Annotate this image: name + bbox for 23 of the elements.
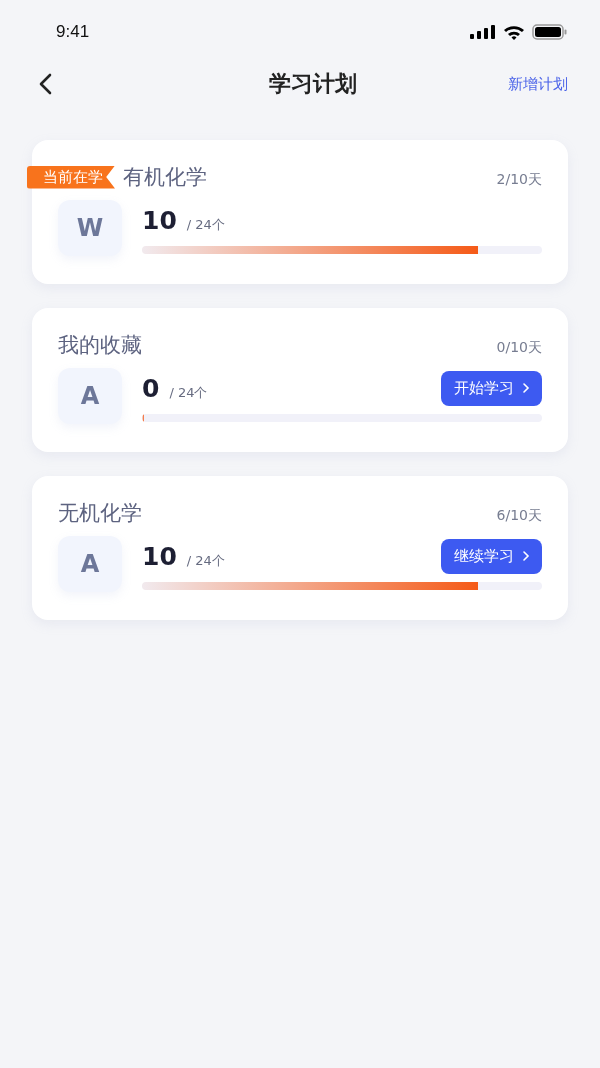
add-plan-link[interactable]: 新增计划 [508,74,568,94]
plan-avatar: A [58,368,122,424]
learned-count: 10 [142,541,177,571]
plan-title: 我的收藏 [58,332,142,359]
chevron-icon [522,382,530,394]
battery-icon [532,24,568,40]
learned-count: 10 [142,205,177,235]
status-time: 9:41 [56,22,90,42]
plan-title: 有机化学 [123,164,207,191]
plan-title: 无机化学 [58,500,142,527]
study-button[interactable]: 开始学习 [441,370,542,406]
total-count: / 24个 [186,215,225,234]
total-count: / 24个 [186,551,225,570]
page-title: 学习计划 [269,70,357,98]
total-count: / 24个 [169,383,208,402]
plan-avatar: W [58,200,122,256]
learned-count: 0 [142,373,160,403]
plan-avatar: A [58,536,122,592]
study-button[interactable]: 继续学习 [441,538,542,574]
wifi-icon [503,24,525,40]
signal-icon [470,25,496,39]
chevron-icon [522,550,530,562]
current-tag: 当前在学 [27,165,115,189]
